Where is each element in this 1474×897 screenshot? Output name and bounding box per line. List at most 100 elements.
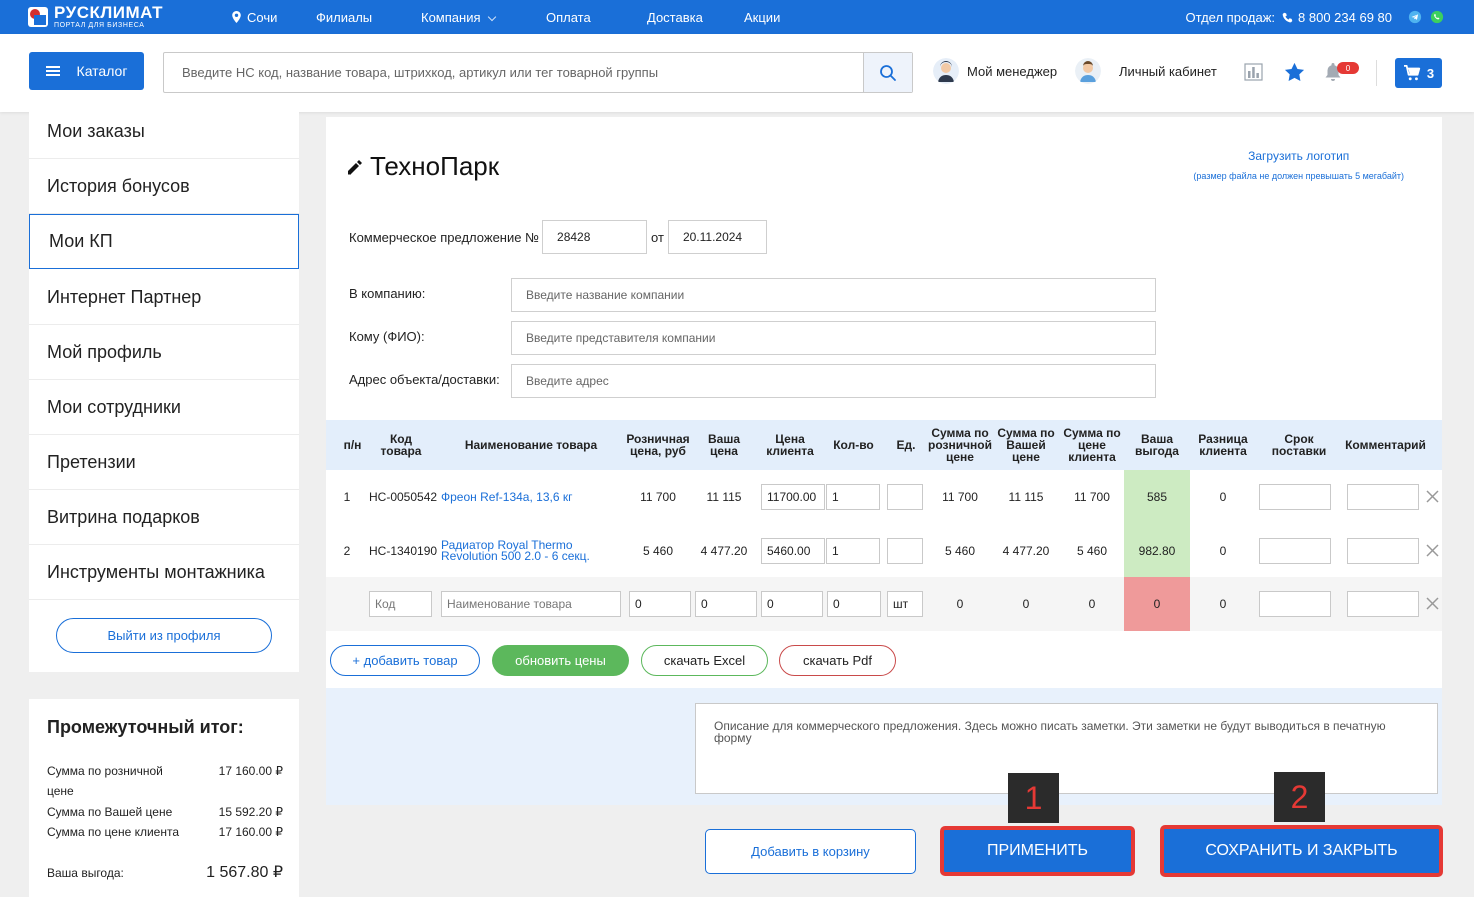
sales-phone[interactable]: 8 800 234 69 80 bbox=[1298, 10, 1392, 25]
cart-button[interactable]: 3 bbox=[1395, 58, 1442, 88]
new-row-retail-input[interactable] bbox=[629, 591, 691, 617]
save-and-close-button[interactable]: СОХРАНИТЬ И ЗАКРЫТЬ bbox=[1160, 825, 1443, 877]
table-row: 2 НС-1340190 Радиатор Royal Thermo Revol… bbox=[326, 524, 1442, 578]
address-row: Адрес объекта/доставки: bbox=[349, 364, 1156, 398]
nav-promotions[interactable]: Акции bbox=[744, 10, 780, 25]
telegram-icon[interactable] bbox=[1408, 10, 1422, 24]
col-header-number: п/н bbox=[343, 438, 362, 452]
new-row-delivery-time-input[interactable] bbox=[1259, 591, 1331, 617]
col-header-sum-your: Сумма по Вашей цене bbox=[997, 426, 1055, 464]
sidebar-item-label: Мой профиль bbox=[47, 341, 162, 362]
col-header-sum-client: Сумма по цене клиента bbox=[1063, 426, 1121, 464]
nav-company[interactable]: Компания bbox=[421, 10, 481, 25]
new-row-client-price-input[interactable] bbox=[761, 591, 823, 617]
pencil-icon bbox=[348, 159, 362, 174]
row-comment-input[interactable] bbox=[1347, 484, 1419, 510]
update-prices-button[interactable]: обновить цены bbox=[492, 645, 629, 676]
nav-branches[interactable]: Филиалы bbox=[316, 10, 372, 25]
company-row: В компанию: bbox=[349, 278, 1156, 312]
sidebar-item-claims[interactable]: Претензии bbox=[29, 435, 299, 490]
subtotal-client-value: 17 160.00 ₽ bbox=[218, 825, 283, 839]
row-quantity-input[interactable] bbox=[826, 538, 880, 564]
add-item-button[interactable]: + добавить товар bbox=[330, 645, 480, 676]
col-header-your-price: Ваша цена bbox=[707, 432, 740, 458]
favorites-star-icon[interactable] bbox=[1284, 62, 1305, 82]
row-product-link[interactable]: Фреон Ref-134a, 13,6 кг bbox=[441, 491, 572, 503]
row-client-price-input[interactable] bbox=[761, 484, 825, 510]
row-client-price-input[interactable] bbox=[761, 538, 825, 564]
items-table-body: 1 НС-0050542 Фреон Ref-134a, 13,6 кг 11 … bbox=[326, 470, 1442, 631]
sidebar-item-my-profile[interactable]: Мой профиль bbox=[29, 325, 299, 380]
top-bar: РУСКЛИМАТ ПОРТАЛ ДЛЯ БИЗНЕСА Сочи Филиал… bbox=[0, 0, 1474, 34]
subtotal-your-label: Сумма по Вашей цене bbox=[47, 805, 173, 819]
new-row-your-price-input[interactable] bbox=[695, 591, 757, 617]
sidebar-item-bonus-history[interactable]: История бонусов bbox=[29, 159, 299, 214]
row-sum-retail: 11 700 bbox=[942, 490, 978, 504]
user-avatar-icon bbox=[1075, 58, 1101, 84]
table-row-new: 0 0 0 0 0 bbox=[326, 577, 1442, 631]
new-row-unit-input[interactable] bbox=[887, 591, 923, 617]
row-sum-your: 11 115 bbox=[1008, 490, 1044, 504]
search-input[interactable] bbox=[164, 53, 863, 92]
personal-cabinet-link[interactable]: Личный кабинет bbox=[1075, 58, 1217, 84]
new-row-quantity-input[interactable] bbox=[827, 591, 881, 617]
subtotal-retail-value: 17 160.00 ₽ bbox=[218, 764, 283, 778]
main-header: Каталог Мой менеджер Личный кабинет 0 3 bbox=[0, 34, 1474, 112]
nav-payment[interactable]: Оплата bbox=[546, 10, 591, 25]
search-button[interactable] bbox=[863, 53, 912, 92]
my-manager-link[interactable]: Мой менеджер bbox=[933, 58, 1057, 84]
stats-icon[interactable] bbox=[1244, 63, 1263, 81]
col-header-client-diff: Разница клиента bbox=[1198, 432, 1248, 458]
row-delivery-time-input[interactable] bbox=[1259, 538, 1331, 564]
kp-title[interactable]: ТехноПарк bbox=[346, 151, 499, 182]
sidebar-item-label: Претензии bbox=[47, 451, 136, 472]
catalog-button[interactable]: Каталог bbox=[29, 52, 144, 90]
row-unit-input[interactable] bbox=[887, 538, 923, 564]
notifications-badge: 0 bbox=[1337, 62, 1359, 74]
row-delivery-time-input[interactable] bbox=[1259, 484, 1331, 510]
row-product-link[interactable]: Радиатор Royal Thermo Revolution 500 2.0… bbox=[441, 539, 591, 562]
whatsapp-icon[interactable] bbox=[1430, 10, 1444, 24]
download-excel-button[interactable]: скачать Excel bbox=[641, 645, 768, 676]
download-pdf-button[interactable]: скачать Pdf bbox=[779, 645, 896, 676]
sidebar-item-internet-partner[interactable]: Интернет Партнер bbox=[29, 270, 299, 325]
sidebar-item-my-kp[interactable]: Мои КП bbox=[29, 214, 299, 269]
apply-button[interactable]: ПРИМЕНИТЬ bbox=[940, 826, 1135, 876]
recipient-input[interactable] bbox=[511, 321, 1156, 355]
new-row-name-input[interactable] bbox=[441, 591, 621, 617]
col-header-quantity: Кол-во bbox=[833, 438, 874, 452]
remove-row-icon[interactable] bbox=[1426, 490, 1439, 503]
remove-row-icon[interactable] bbox=[1426, 544, 1439, 557]
address-input[interactable] bbox=[511, 364, 1156, 398]
col-header-delivery-time: Срок поставки bbox=[1271, 432, 1327, 458]
brand-subtitle: ПОРТАЛ ДЛЯ БИЗНЕСА bbox=[54, 22, 145, 29]
row-quantity-input[interactable] bbox=[826, 484, 880, 510]
sidebar-item-installer-tools[interactable]: Инструменты монтажника bbox=[29, 545, 299, 600]
recipient-label: Кому (ФИО): bbox=[349, 329, 425, 344]
sidebar-item-gift-showcase[interactable]: Витрина подарков bbox=[29, 490, 299, 545]
description-textarea[interactable] bbox=[695, 703, 1438, 794]
new-row-sum-retail: 0 bbox=[956, 597, 964, 611]
new-row-comment-input[interactable] bbox=[1347, 591, 1419, 617]
kp-date-field[interactable]: 20.11.2024 bbox=[667, 220, 767, 254]
brand-logo[interactable]: РУСКЛИМАТ ПОРТАЛ ДЛЯ БИЗНЕСА bbox=[28, 4, 163, 29]
remove-row-icon[interactable] bbox=[1426, 597, 1439, 610]
sidebar-item-my-orders[interactable]: Мои заказы bbox=[29, 104, 299, 159]
sidebar-item-my-employees[interactable]: Мои сотрудники bbox=[29, 380, 299, 435]
city-selector[interactable]: Сочи bbox=[232, 0, 277, 34]
add-to-cart-button[interactable]: Добавить в корзину bbox=[705, 829, 916, 874]
kp-number-field[interactable]: 28428 bbox=[542, 220, 648, 254]
subtotal-benefit-label: Ваша выгода: bbox=[47, 866, 124, 880]
sidebar-item-label: Мои заказы bbox=[47, 120, 145, 141]
upload-logo-link[interactable]: Загрузить логотип bbox=[1193, 149, 1404, 163]
logout-button[interactable]: Выйти из профиля bbox=[56, 618, 272, 653]
col-header-client-price: Цена клиента bbox=[766, 432, 814, 458]
row-code: НС-1340190 bbox=[369, 544, 438, 558]
col-header-code: Код товара bbox=[380, 432, 422, 458]
row-unit-input[interactable] bbox=[887, 484, 923, 510]
row-comment-input[interactable] bbox=[1347, 538, 1419, 564]
logo-mark-icon bbox=[28, 6, 48, 27]
company-input[interactable] bbox=[511, 278, 1156, 312]
new-row-code-input[interactable] bbox=[369, 591, 432, 617]
nav-delivery[interactable]: Доставка bbox=[647, 10, 703, 25]
